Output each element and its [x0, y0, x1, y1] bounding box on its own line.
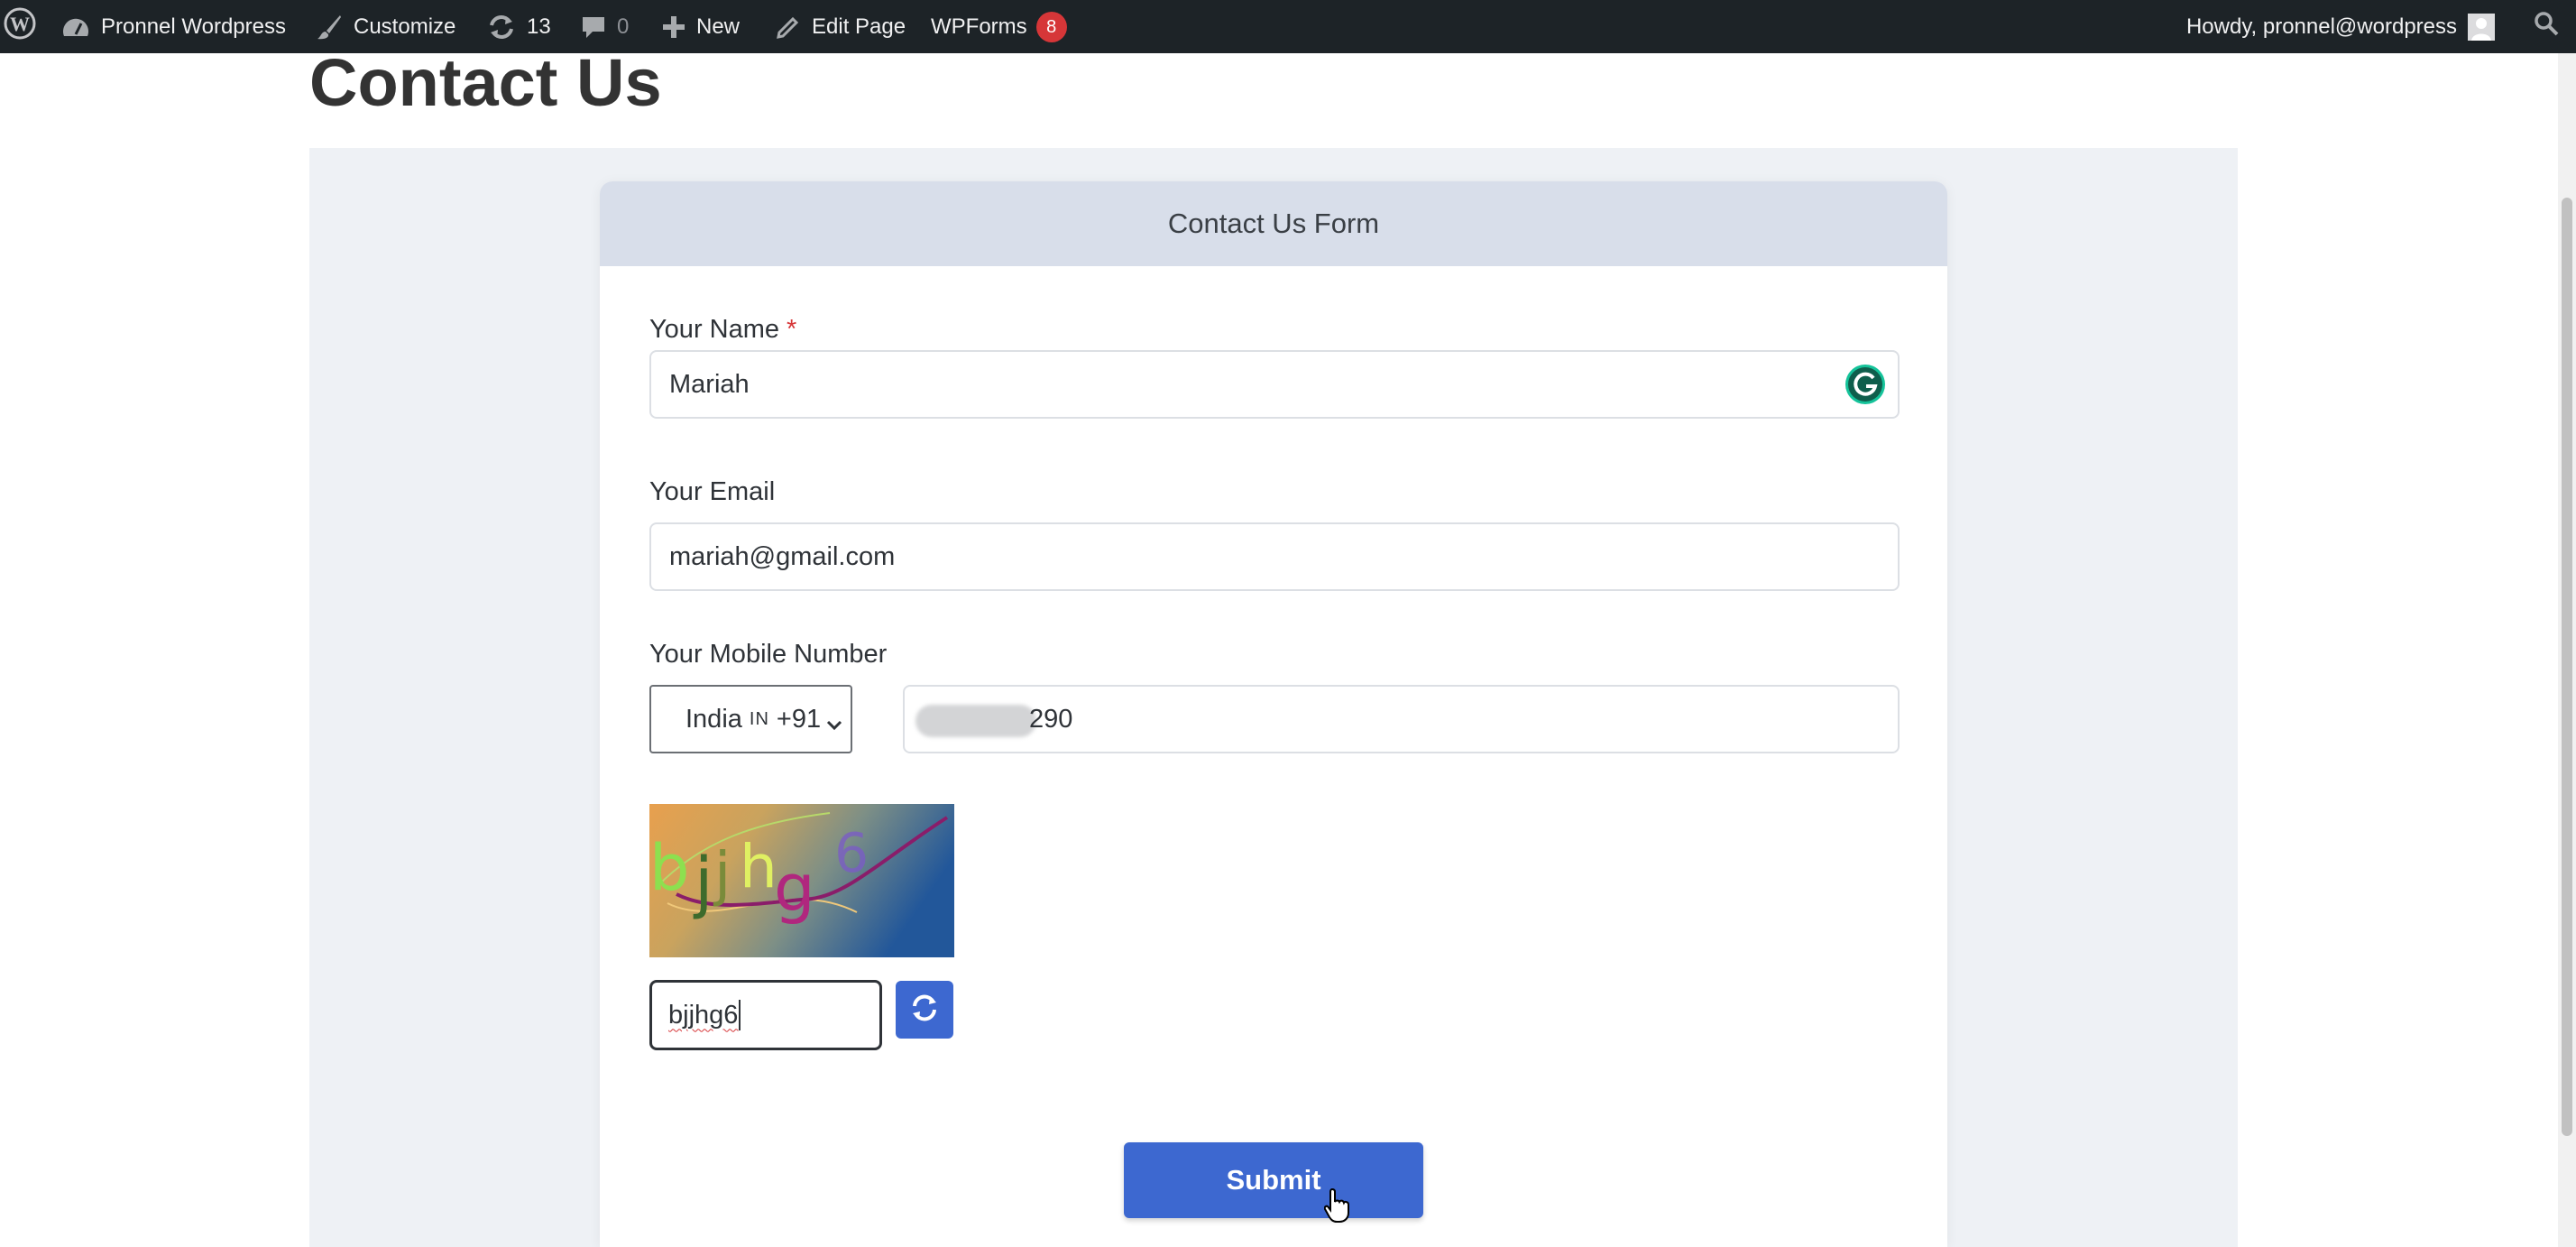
comment-icon — [581, 14, 606, 40]
submit-label: Submit — [1226, 1164, 1321, 1196]
site-name-menu[interactable]: Pronnel Wordpress — [61, 0, 286, 53]
edit-page-link[interactable]: Edit Page — [776, 0, 906, 53]
mobile-number-input[interactable]: 290 — [903, 685, 1900, 753]
brush-icon — [316, 14, 343, 41]
svg-text:j: j — [693, 844, 713, 921]
wordpress-logo-button[interactable]: W — [0, 0, 36, 53]
svg-text:6: 6 — [834, 822, 869, 885]
wordpress-logo-icon: W — [4, 7, 36, 46]
customize-label: Customize — [354, 14, 456, 39]
grammarly-icon[interactable] — [1844, 363, 1887, 406]
comments-count: 0 — [617, 14, 630, 39]
scrollbar-thumb[interactable] — [2562, 198, 2572, 1136]
submit-button[interactable]: Submit — [1124, 1142, 1423, 1218]
edit-page-label: Edit Page — [812, 14, 906, 39]
text-caret — [739, 1000, 741, 1030]
name-input-value: Mariah — [669, 369, 750, 399]
email-input[interactable]: mariah@gmail.com — [649, 522, 1900, 591]
email-input-value: mariah@gmail.com — [669, 541, 896, 571]
howdy-text: Howdy, pronnel@wordpress — [2185, 14, 2457, 39]
admin-search-button[interactable] — [2533, 0, 2560, 53]
svg-text:b: b — [649, 831, 689, 905]
new-label: New — [696, 14, 741, 39]
captcha-image: b j j h g 6 — [649, 804, 954, 957]
svg-text:g: g — [774, 850, 815, 926]
dial-code: +91 — [776, 704, 822, 734]
plus-icon — [662, 15, 685, 39]
redacted-digits — [915, 705, 1036, 737]
required-asterisk: * — [787, 315, 797, 344]
email-field-label: Your Email — [649, 477, 776, 506]
refresh-captcha-button[interactable] — [896, 981, 953, 1039]
contact-form: Contact Us Form Your Name * Mariah Your E… — [600, 181, 1947, 1247]
svg-text:W: W — [10, 13, 30, 35]
wpforms-menu[interactable]: WPForms 8 — [931, 0, 1067, 53]
new-content-menu[interactable]: New — [662, 0, 740, 53]
captcha-input-value: bjjhg6 — [668, 1000, 739, 1030]
site-name-label: Pronnel Wordpress — [101, 14, 286, 39]
notification-badge: 8 — [1035, 11, 1067, 42]
page-scrollbar[interactable] — [2558, 53, 2576, 1247]
account-menu[interactable]: Howdy, pronnel@wordpress — [2186, 0, 2495, 53]
form-header: Contact Us Form — [600, 181, 1947, 266]
wpforms-label: WPForms — [931, 14, 1027, 39]
avatar — [2468, 13, 2495, 41]
hand-cursor-icon — [1323, 1187, 1351, 1228]
country-iso-code: IN — [749, 708, 769, 729]
mobile-field-label: Your Mobile Number — [649, 640, 888, 669]
name-input[interactable]: Mariah — [649, 350, 1900, 419]
page-title: Contact Us — [309, 45, 662, 120]
svg-text:j: j — [713, 839, 731, 909]
mobile-input-value: 290 — [1029, 705, 1073, 734]
dashboard-icon — [61, 14, 90, 40]
search-icon — [2533, 10, 2560, 43]
name-label-text: Your Name — [649, 315, 780, 344]
country-code-select[interactable]: India IN +91 — [649, 685, 852, 753]
updates-count: 13 — [527, 14, 551, 39]
pencil-icon — [776, 14, 801, 40]
refresh-icon — [909, 993, 940, 1028]
country-name: India — [685, 704, 742, 734]
chevron-down-icon — [825, 712, 843, 742]
svg-text:h: h — [740, 832, 777, 901]
captcha-input[interactable]: bjjhg6 — [649, 980, 882, 1050]
refresh-icon — [487, 14, 516, 41]
name-field-label: Your Name * — [649, 315, 796, 345]
